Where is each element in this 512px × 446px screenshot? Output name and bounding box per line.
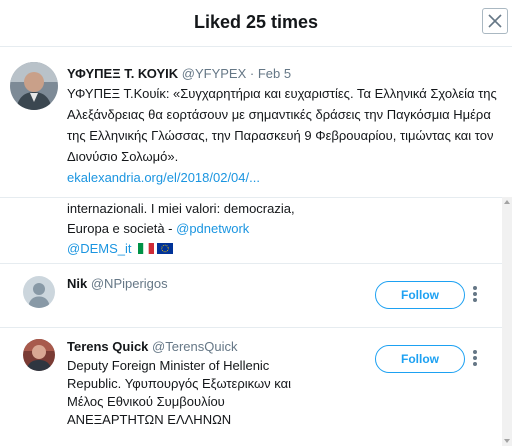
more-options-icon[interactable] [472,286,478,302]
default-avatar-icon [23,276,55,308]
bio-line: Μέλος Εθνικού Συμβουλίου [67,394,225,409]
bio-mention-link[interactable]: @DEMS_it [67,241,132,256]
tweet-separator: · [246,66,258,81]
user-handle[interactable]: @NPiperigos [91,276,168,291]
close-icon [488,14,502,28]
scrollbar[interactable] [502,197,512,446]
tweet-text: ΥΦΥΠΕΞ Τ.Κουίκ: «Συγχαρητήρια και ευχαρι… [67,86,497,164]
bio-line: Europa e società - [67,221,177,236]
bio-line: Republic. Υφυπουργός Εξωτερικων και [67,376,291,391]
user-handle[interactable]: @TerensQuick [152,339,237,354]
scroll-up-icon[interactable] [504,200,510,204]
tweet-link[interactable]: ekalexandria.org/el/2018/02/04/... [67,170,260,185]
user-avatar[interactable] [23,339,55,371]
bio-line: Deputy Foreign Minister of Hellenic [67,358,270,373]
tweet-text-block: ΥΦΥΠΕΞ Τ.Κουίκ: «Συγχαρητήρια και ευχαρι… [67,83,497,188]
more-options-icon[interactable] [472,350,478,366]
likes-modal: Liked 25 times ΥΦΥΠΕΞ Τ. ΚΟΥΙΚ @YFYPEX ·… [0,0,512,446]
follow-button[interactable]: Follow [375,345,465,373]
scroll-down-icon[interactable] [504,439,510,443]
user-bio: Deputy Foreign Minister of Hellenic Repu… [67,357,367,429]
modal-header: Liked 25 times [0,0,512,47]
tweet-author-handle[interactable]: @YFYPEX [182,66,247,81]
partial-user-bio: internazionali. I miei valori: democrazi… [67,199,295,259]
tweet-author-avatar[interactable] [10,62,58,110]
user-name[interactable]: Nik [67,276,87,291]
divider [0,263,512,264]
modal-title: Liked 25 times [193,12,319,32]
divider [0,327,512,328]
tweet-author-name[interactable]: ΥΦΥΠΕΞ Τ. ΚΟΥΙΚ [67,66,178,81]
tweet-date[interactable]: Feb 5 [258,66,291,81]
bio-mention-link[interactable]: @pdnetwork [176,221,249,236]
tweet-header: ΥΦΥΠΕΞ Τ. ΚΟΥΙΚ @YFYPEX · Feb 5 [67,66,291,81]
bio-line: ΑΝΕΞΑΡΤΗΤΩΝ ΕΛΛΗΝΩΝ [67,412,232,427]
eu-flag-icon [157,243,174,254]
italy-flag-icon [138,243,155,254]
user-avatar[interactable] [23,276,55,308]
bio-line: internazionali. I miei valori: democrazi… [67,201,295,216]
divider [0,197,512,198]
close-button[interactable] [482,8,508,34]
user-name[interactable]: Terens Quick [67,339,148,354]
follow-button[interactable]: Follow [375,281,465,309]
